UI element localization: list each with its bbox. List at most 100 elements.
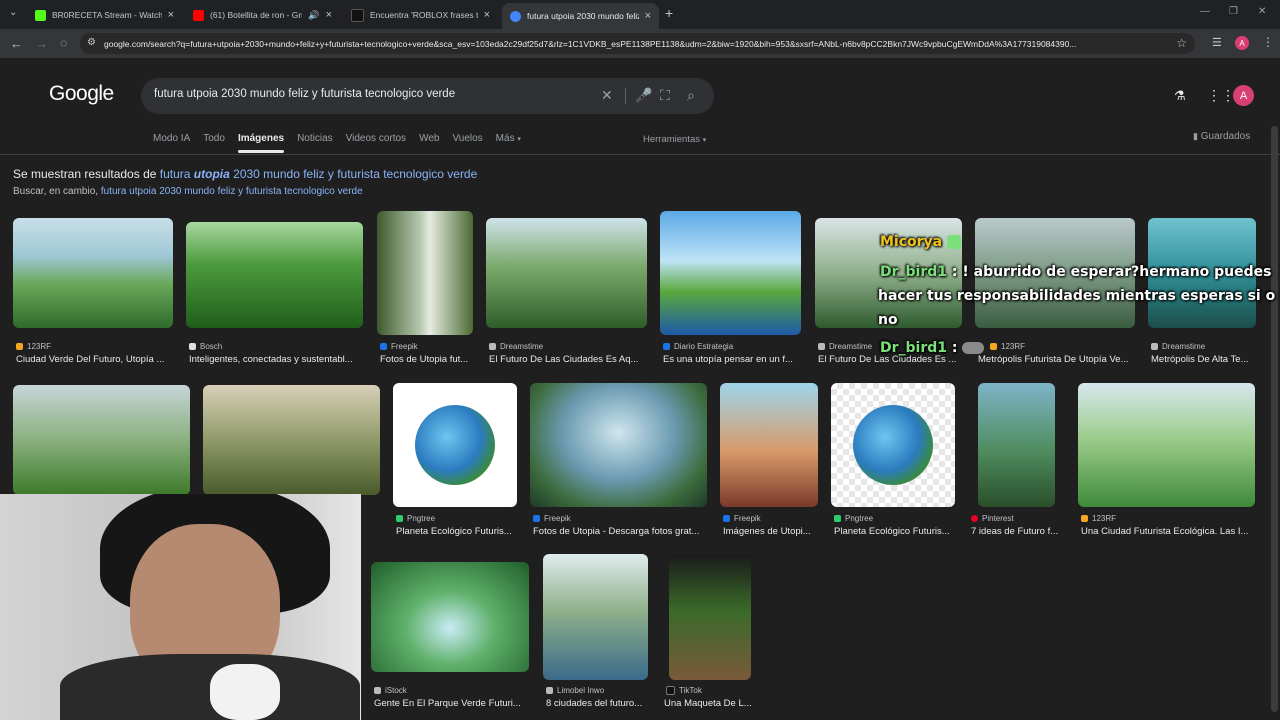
result-image[interactable]	[486, 218, 647, 328]
result-image[interactable]	[660, 211, 801, 335]
omnibox[interactable]: ⚙ google.com/search?q=futura+utpoia+2030…	[80, 33, 1195, 54]
tab-short-videos[interactable]: Videos cortos	[346, 133, 406, 144]
browser-tab-google[interactable]: futura utpoia 2030 mundo feliz ×	[502, 3, 659, 29]
labs-flask-icon[interactable]: ⚗	[1174, 88, 1186, 104]
result-image[interactable]	[377, 211, 473, 335]
result-caption[interactable]: Planeta Ecológico Futuris...	[396, 526, 520, 537]
result-image[interactable]	[1078, 383, 1255, 507]
result-image[interactable]	[720, 383, 818, 507]
apps-grid-icon[interactable]: ⋮⋮	[1207, 87, 1235, 104]
forward-icon[interactable]: →	[35, 36, 48, 51]
result-image[interactable]	[371, 562, 529, 672]
result-image[interactable]	[203, 385, 380, 495]
result-caption[interactable]: Gente En El Parque Verde Futuri...	[374, 698, 529, 709]
result-caption[interactable]: Metrópolis De Alta Te...	[1151, 354, 1259, 365]
result-source[interactable]: Pinterest	[971, 514, 1014, 523]
result-source[interactable]: Diario Estrategia	[663, 342, 733, 351]
result-caption[interactable]: Metrópolis Futurista De Utopía Ve...	[978, 354, 1133, 365]
result-source[interactable]: 123RF	[16, 342, 51, 351]
result-caption[interactable]: 7 ideas de Futuro f...	[971, 526, 1067, 537]
restore-icon[interactable]: ❐	[1229, 6, 1238, 17]
result-caption[interactable]: Fotos de Utopia fut...	[380, 354, 476, 365]
tab-images[interactable]: Imágenes	[237, 133, 285, 153]
browser-tab-youtube[interactable]: (61) Botellita de ron - Grup 🔊 ×	[185, 4, 340, 26]
site-info-icon[interactable]: ⚙	[87, 37, 96, 48]
result-source[interactable]: Freepik	[533, 514, 571, 523]
bookmark-icon: ▮	[1193, 131, 1198, 141]
result-caption[interactable]: Planeta Ecológico Futuris...	[834, 526, 958, 537]
source-name: Pngtree	[845, 514, 874, 523]
result-caption[interactable]: El Futuro De Las Ciudades Es Aq...	[489, 354, 644, 365]
result-source[interactable]: Freepik	[723, 514, 761, 523]
result-image[interactable]	[186, 222, 363, 328]
tab-flights[interactable]: Vuelos	[452, 133, 482, 144]
bookmark-star-icon[interactable]: ☆	[1176, 36, 1187, 50]
search-input[interactable]: futura utpoia 2030 mundo feliz y futuris…	[154, 88, 455, 100]
result-source[interactable]: Pngtree	[396, 514, 435, 523]
corrected-query-link[interactable]: futura utopia 2030 mundo feliz y futuris…	[160, 167, 478, 181]
result-source[interactable]: TikTok	[666, 686, 702, 695]
user-avatar[interactable]: A	[1233, 85, 1254, 106]
result-caption[interactable]: Ciudad Verde Del Futuro, Utopía ...	[16, 354, 176, 365]
result-caption[interactable]: 8 ciudades del futuro...	[546, 698, 646, 709]
saved-button[interactable]: ▮ Guardados	[1193, 131, 1250, 142]
tab-web[interactable]: Web	[419, 133, 439, 144]
result-source[interactable]: Dreamstime	[818, 342, 872, 351]
browser-tab-kick[interactable]: BR0RECETA Stream - Watch Live ×	[27, 4, 182, 26]
tools-button[interactable]: Herramientas ▾	[643, 134, 706, 145]
result-source[interactable]: 123RF	[990, 342, 1025, 351]
search-box[interactable]: futura utpoia 2030 mundo feliz y futuris…	[141, 78, 714, 114]
minimize-icon[interactable]: —	[1200, 6, 1210, 17]
result-source[interactable]: Freepik	[380, 342, 418, 351]
result-source[interactable]: 123RF	[1081, 514, 1116, 523]
result-caption[interactable]: Una Maqueta De L...	[664, 698, 764, 709]
tab-search-icon[interactable]: ⌄	[9, 7, 17, 18]
close-tab-icon[interactable]: ×	[326, 9, 332, 21]
google-logo[interactable]: Google	[49, 82, 114, 106]
new-tab-icon[interactable]: +	[665, 5, 673, 21]
search-icon[interactable]: ⌕	[687, 87, 695, 104]
source-icon	[666, 686, 675, 695]
clear-icon[interactable]: ✕	[601, 87, 613, 104]
result-caption[interactable]: Imágenes de Utopi...	[723, 526, 819, 537]
result-source[interactable]: Dreamstime	[489, 342, 543, 351]
browser-menu-icon[interactable]: ⋮	[1262, 35, 1274, 49]
result-source[interactable]: Limobel Inwo	[546, 686, 604, 695]
back-icon[interactable]: ←	[10, 36, 23, 51]
result-source[interactable]: Bosch	[189, 342, 222, 351]
close-tab-icon[interactable]: ×	[484, 9, 490, 21]
result-caption[interactable]: Una Ciudad Futurista Ecológica. Las I...	[1081, 526, 1253, 537]
result-image[interactable]	[543, 554, 648, 680]
result-source[interactable]: Dreamstime	[1151, 342, 1205, 351]
result-image[interactable]	[530, 383, 707, 507]
loading-spinner-icon[interactable]: ◌	[60, 36, 67, 50]
result-image[interactable]	[978, 383, 1055, 507]
tab-news[interactable]: Noticias	[297, 133, 333, 144]
page-scrollbar[interactable]	[1271, 126, 1278, 712]
source-icon	[834, 515, 841, 522]
result-image[interactable]	[831, 383, 955, 507]
reading-list-icon[interactable]: ☰	[1212, 36, 1222, 49]
browser-tab-tiktok[interactable]: Encuentra 'ROBLOX frases triste ×	[343, 4, 498, 26]
speaker-icon[interactable]: 🔊	[308, 10, 319, 21]
tab-all[interactable]: Todo	[203, 133, 225, 144]
result-caption[interactable]: Es una utopía pensar en un f...	[663, 354, 798, 365]
microphone-icon[interactable]: 🎤	[635, 87, 652, 104]
result-caption[interactable]: Inteligentes, conectadas y sustentabl...	[189, 354, 364, 365]
browser-profile-avatar[interactable]: A	[1235, 36, 1249, 50]
url-text[interactable]: google.com/search?q=futura+utpoia+2030+m…	[104, 39, 1164, 49]
result-source[interactable]: Pngtree	[834, 514, 873, 523]
close-tab-icon[interactable]: ×	[168, 9, 174, 21]
lens-icon[interactable]: ⛶	[660, 87, 670, 104]
result-image[interactable]	[393, 383, 517, 507]
original-query-link[interactable]: futura utpoia 2030 mundo feliz y futuris…	[101, 186, 363, 197]
close-tab-icon[interactable]: ×	[645, 10, 651, 22]
result-caption[interactable]: Fotos de Utopia - Descarga fotos grat...	[533, 526, 705, 537]
close-window-icon[interactable]: ✕	[1258, 6, 1266, 17]
result-image[interactable]	[13, 385, 190, 495]
result-image[interactable]	[669, 554, 751, 680]
result-image[interactable]	[13, 218, 173, 328]
tab-ai-mode[interactable]: Modo IA	[153, 133, 190, 144]
tab-more[interactable]: Más ▾	[496, 133, 521, 144]
result-source[interactable]: iStock	[374, 686, 407, 695]
